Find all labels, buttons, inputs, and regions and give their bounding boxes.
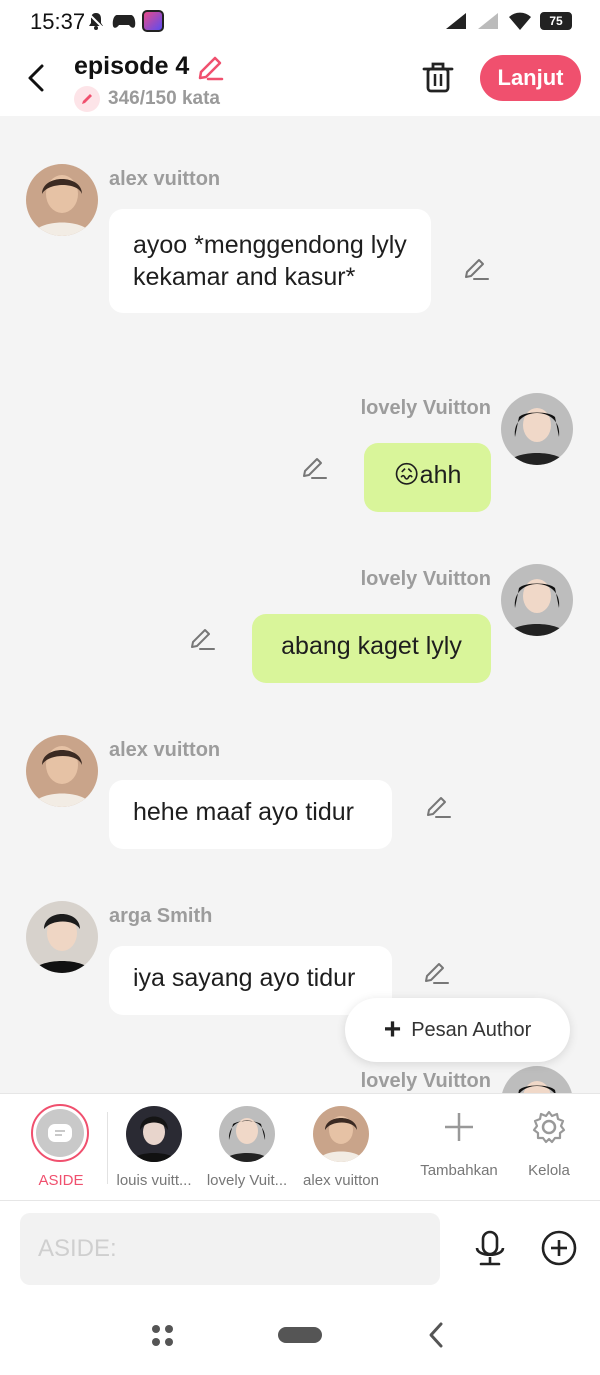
message-name: lovely Vuitton: [360, 397, 491, 419]
message-name: lovely Vuitton: [360, 1070, 491, 1092]
status-bar: 15:37 75: [0, 0, 600, 44]
character-aside[interactable]: ASIDE: [29, 1094, 93, 1202]
system-nav-bar: [0, 1297, 600, 1375]
chat-area[interactable]: alex vuitton ayoo *menggendong lyly keka…: [0, 116, 600, 1093]
avatar-alex[interactable]: [26, 735, 98, 807]
mute-bell-icon: [88, 13, 104, 30]
back-nav-icon[interactable]: [426, 1321, 446, 1349]
home-icon[interactable]: [277, 1326, 323, 1344]
character-alex[interactable]: alex vuitton: [297, 1094, 385, 1202]
avatar-louis: [126, 1106, 182, 1162]
edit-icon[interactable]: [422, 959, 450, 987]
author-message-button[interactable]: + Pesan Author: [345, 998, 570, 1062]
avatar-lovely[interactable]: [501, 1066, 573, 1093]
avatar-lovely[interactable]: [501, 564, 573, 636]
chat-bubble-icon: [48, 1124, 72, 1142]
battery-icon: 75: [540, 12, 572, 30]
gamepad-icon: [112, 15, 136, 28]
back-arrow-icon[interactable]: [22, 60, 54, 96]
avatar-lovely[interactable]: [501, 393, 573, 465]
word-count-text: 346/150 kata: [108, 88, 220, 109]
character-louis[interactable]: louis vuitt...: [111, 1094, 197, 1202]
message-bubble[interactable]: 😖ahh: [364, 443, 491, 512]
plus-icon: [445, 1113, 473, 1141]
edit-icon[interactable]: [300, 454, 328, 482]
character-label: ASIDE: [38, 1172, 84, 1189]
plus-icon: +: [383, 1013, 402, 1046]
signal-2-icon: [478, 13, 498, 29]
recent-apps-icon[interactable]: [150, 1323, 176, 1349]
avatar-alex: [313, 1106, 369, 1162]
manage-characters-button[interactable]: Kelola: [515, 1094, 583, 1202]
character-label: lovely Vuit...: [206, 1172, 288, 1189]
word-count: 346/150 kata: [74, 86, 220, 112]
character-bar: ASIDE louis vuitt... lovely Vuit... alex…: [0, 1093, 600, 1201]
mic-icon[interactable]: [470, 1229, 510, 1269]
message-name: lovely Vuitton: [360, 568, 491, 590]
message-name: alex vuitton: [109, 168, 221, 190]
status-time: 15:37: [30, 9, 86, 34]
signal-icon: [446, 13, 466, 29]
pencil-icon[interactable]: [196, 54, 224, 82]
message-name: arga Smith: [109, 905, 213, 927]
message-bubble[interactable]: ayoo *menggendong lyly kekamar and kasur…: [109, 209, 431, 313]
edit-icon[interactable]: [424, 793, 452, 821]
pencil-badge-icon: [74, 86, 100, 112]
editor-header: episode 4 346/150 kata Lanjut: [0, 44, 600, 116]
character-label: alex vuitton: [303, 1172, 379, 1189]
add-character-label: Tambahkan: [420, 1162, 498, 1179]
message-name: alex vuitton: [109, 739, 221, 761]
avatar-arga[interactable]: [26, 901, 98, 973]
episode-title[interactable]: episode 4: [74, 52, 189, 81]
trash-icon[interactable]: [422, 60, 454, 94]
wifi-icon: [509, 12, 531, 30]
edit-icon[interactable]: [188, 625, 216, 653]
character-lovely[interactable]: lovely Vuit...: [204, 1094, 290, 1202]
character-label: louis vuitt...: [116, 1172, 192, 1189]
message-bubble[interactable]: hehe maaf ayo tidur: [109, 780, 392, 849]
status-system-icons: 75: [444, 11, 572, 31]
input-row: [0, 1201, 600, 1297]
manage-characters-label: Kelola: [528, 1162, 570, 1179]
edit-icon[interactable]: [462, 255, 490, 283]
message-bubble[interactable]: abang kaget lyly: [252, 614, 491, 683]
app-icon: [142, 10, 164, 32]
add-circle-icon[interactable]: [540, 1229, 578, 1267]
add-character-button[interactable]: Tambahkan: [412, 1094, 506, 1202]
avatar-alex[interactable]: [26, 164, 98, 236]
aside-avatar: [31, 1104, 89, 1162]
divider: [107, 1112, 108, 1184]
message-bubble[interactable]: iya sayang ayo tidur: [109, 946, 392, 1015]
status-notification-icons: [86, 10, 164, 32]
next-button[interactable]: Lanjut: [480, 55, 581, 101]
author-message-label: Pesan Author: [411, 1018, 532, 1041]
avatar-lovely: [219, 1106, 275, 1162]
gear-icon: [532, 1110, 566, 1144]
message-input[interactable]: [20, 1213, 440, 1285]
